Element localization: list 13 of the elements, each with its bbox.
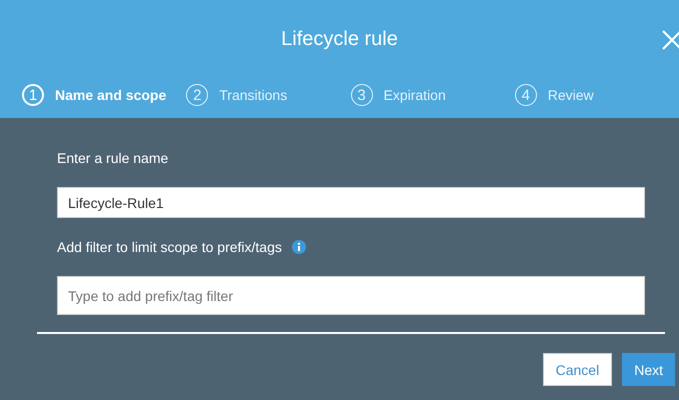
wizard-step[interactable]: 2 Transitions [186, 84, 350, 106]
field-label: Add filter to limit scope to prefix/tags [57, 239, 282, 255]
close-icon[interactable] [661, 29, 679, 51]
wizard-step[interactable]: 4 Review [514, 84, 679, 106]
field-label: Enter a rule name [57, 150, 170, 166]
filter-field[interactable]: Type to add prefix/tag filter [57, 276, 645, 315]
dialog-title: Lifecycle rule [281, 26, 398, 50]
cancel-button[interactable]: Cancel [542, 353, 612, 386]
wizard-step[interactable]: 3 Expiration [350, 84, 515, 106]
wizard-step[interactable]: 1 Name and scope [22, 84, 186, 106]
info-icon[interactable] [292, 240, 306, 254]
next-button[interactable]: Next [622, 353, 675, 386]
rule-name-field[interactable]: Lifecycle-Rule1 [57, 187, 645, 218]
